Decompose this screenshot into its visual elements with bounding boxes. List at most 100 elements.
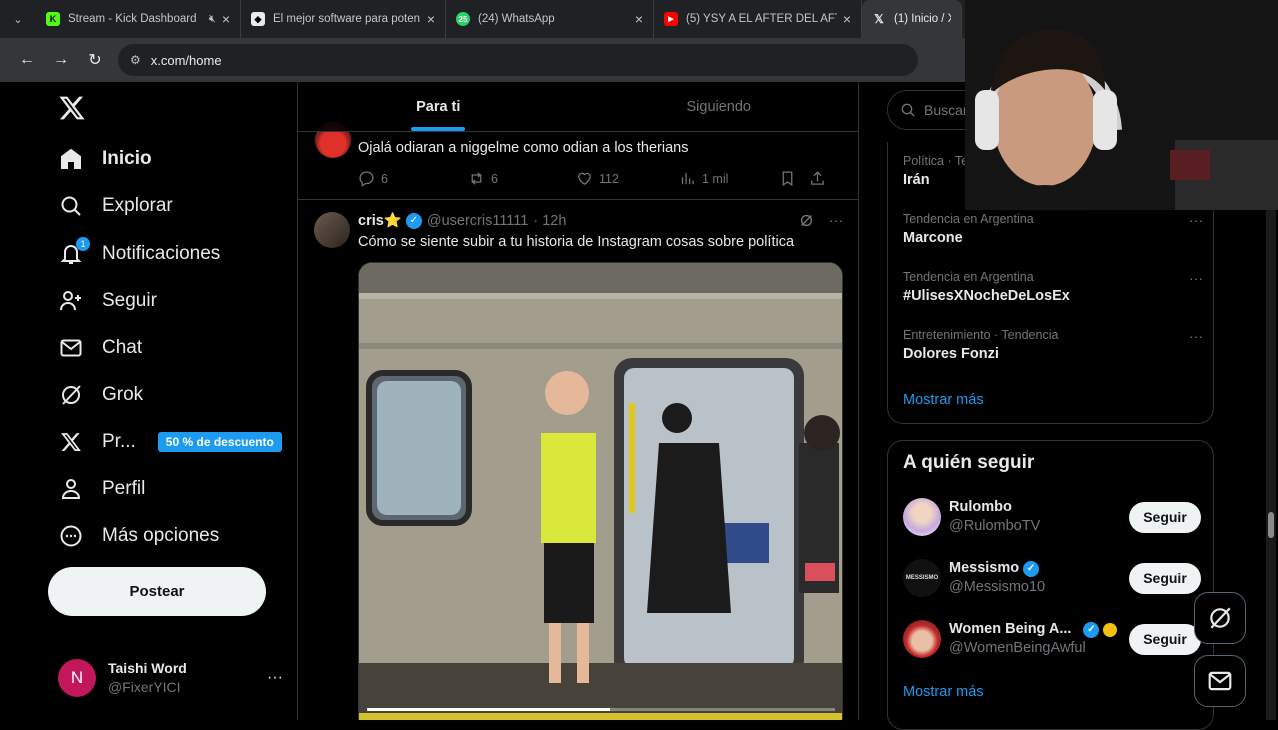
user-name: Messismo <box>949 560 1020 576</box>
verified-badge-icon: ✓ <box>1083 621 1100 638</box>
close-tab-icon[interactable]: × <box>222 11 230 27</box>
bell-icon: 1 <box>58 237 90 267</box>
nav-label: Explorar <box>102 195 173 216</box>
trend-item[interactable]: Tendencia en Argentina #UlisesXNocheDeLo… <box>903 270 1203 304</box>
address-bar[interactable]: ⚙ x.com/home <box>118 44 918 76</box>
forward-arrow-icon[interactable]: → <box>44 43 78 77</box>
close-tab-icon[interactable]: × <box>843 11 851 27</box>
nav-home[interactable]: Inicio <box>58 139 152 179</box>
like-button[interactable]: 112 <box>576 170 679 187</box>
follow-show-more-link[interactable]: Mostrar más <box>903 684 984 700</box>
heart-icon <box>578 172 591 185</box>
suggested-user[interactable]: MESSISMO Messismo ✓ @Messismo10 Seguir <box>903 556 1201 600</box>
avatar[interactable]: MESSISMO <box>903 559 941 597</box>
more-dots-icon[interactable]: ··· <box>829 212 843 232</box>
nav-more[interactable]: Más opciones <box>58 516 219 556</box>
grok-icon[interactable] <box>798 212 815 232</box>
tweet-text: Ojalá odiaran a niggelme como odian a lo… <box>358 140 689 156</box>
share-icon[interactable] <box>809 170 832 187</box>
tab-search-chevron-icon[interactable]: ⌄ <box>0 0 36 38</box>
nav-label: Seguir <box>102 290 157 311</box>
account-switcher[interactable]: N Taishi Word @FixerYICI ··· <box>58 657 283 699</box>
trend-item[interactable]: Tendencia en Argentina Marcone ··· <box>903 212 1203 246</box>
messages-floating-button[interactable] <box>1194 655 1246 707</box>
bookmark-icon[interactable] <box>779 170 809 187</box>
tab-title: Stream - Kick Dashboard <box>68 13 197 25</box>
tweet-tools: ··· <box>798 212 843 232</box>
nav-label: Grok <box>102 384 144 405</box>
trend-item[interactable]: Entretenimiento · Tendencia Dolores Fonz… <box>903 328 1203 362</box>
grok-floating-button[interactable] <box>1194 592 1246 644</box>
follow-button[interactable]: Seguir <box>1129 562 1201 594</box>
reply-count: 6 <box>381 171 388 186</box>
avatar[interactable] <box>903 498 941 536</box>
user-handle: @Messismo10 <box>949 579 1046 595</box>
nav-profile[interactable]: Perfil <box>58 469 145 509</box>
browser-tab-youtube[interactable]: ▶ (5) YSY A EL AFTER DEL AFTE × <box>654 0 862 38</box>
suggested-user[interactable]: Rulombo @RulomboTV Seguir <box>903 495 1201 539</box>
nav-chat[interactable]: Chat <box>58 328 142 368</box>
mail-icon <box>1208 671 1232 691</box>
back-arrow-icon[interactable]: ← <box>10 43 44 77</box>
author-handle[interactable]: @usercris11111 <box>427 213 529 229</box>
avatar[interactable] <box>314 212 350 248</box>
nav-follow[interactable]: Seguir <box>58 281 157 321</box>
account-name: Taishi Word <box>108 660 187 676</box>
follow-button[interactable]: Seguir <box>1129 501 1201 533</box>
post-button[interactable]: Postear <box>48 567 266 616</box>
close-tab-icon[interactable]: × <box>427 11 435 27</box>
more-dots-icon[interactable]: ··· <box>267 669 283 687</box>
account-info: Taishi Word @FixerYICI <box>108 659 187 697</box>
trend-name: Dolores Fonzi <box>903 346 999 362</box>
trend-name: #UlisesXNocheDeLosEx <box>903 288 1070 304</box>
streamer-webcam-image <box>965 0 1278 210</box>
browser-tab-whatsapp[interactable]: 25 (24) WhatsApp × <box>446 0 654 38</box>
browser-tab-x-home[interactable]: 𝕏 (1) Inicio / X <box>862 0 962 38</box>
nav-premium[interactable]: Pr... 50 % de descuento <box>58 422 282 462</box>
nav-label: Más opciones <box>102 525 220 546</box>
user-name-row: Women Being A... ✓ <box>949 620 1129 639</box>
video-progress-bar[interactable] <box>367 708 835 711</box>
tweet-video[interactable] <box>358 262 843 720</box>
tab-for-you[interactable]: Para ti <box>298 82 579 131</box>
follow-button[interactable]: Seguir <box>1129 623 1201 655</box>
reply-button[interactable]: 6 <box>358 170 468 187</box>
nav-notifications[interactable]: 1 Notificaciones <box>58 234 220 274</box>
trends-show-more-link[interactable]: Mostrar más <box>903 392 984 408</box>
avatar[interactable] <box>903 620 941 658</box>
tweet-time[interactable]: · 12h <box>533 213 566 229</box>
person-icon <box>58 476 84 502</box>
nav-grok[interactable]: Grok <box>58 375 143 415</box>
video-progress-fill <box>367 708 611 711</box>
reply-icon <box>359 171 374 187</box>
tweet[interactable]: Ojalá odiaran a niggelme como odian a lo… <box>298 122 858 200</box>
whatsapp-favicon-icon: 25 <box>456 12 470 26</box>
more-dots-icon[interactable]: ··· <box>1189 328 1203 344</box>
browser-tab-kick[interactable]: K Stream - Kick Dashboard 🔇︎ × <box>36 0 241 38</box>
tweet[interactable]: cris⭐ ✓ @usercris11111 · 12h ··· Cómo se… <box>298 200 858 720</box>
x-logo-icon[interactable] <box>58 94 86 122</box>
grok-icon <box>1210 607 1231 629</box>
reload-icon[interactable]: ↻ <box>78 43 112 77</box>
timeline-tabs: Para ti Siguiendo <box>298 82 859 132</box>
browser-tab-software[interactable]: ◆ El mejor software para poten × <box>241 0 446 38</box>
tweet-text: Cómo se siente subir a tu historia de In… <box>358 234 795 250</box>
more-dots-icon[interactable]: ··· <box>1189 212 1203 228</box>
nav-explore[interactable]: Explorar <box>58 186 173 226</box>
repost-button[interactable]: 6 <box>468 170 576 187</box>
x-logo-icon <box>58 429 84 455</box>
subway-video-frame <box>359 263 842 720</box>
muted-icon[interactable]: 🔇︎ <box>209 13 216 26</box>
more-dots-icon[interactable]: ··· <box>1189 270 1203 286</box>
site-settings-icon[interactable]: ⚙ <box>130 53 141 67</box>
account-handle: @FixerYICI <box>108 679 181 695</box>
scrollbar-thumb[interactable] <box>1268 512 1274 538</box>
tab-following[interactable]: Siguiendo <box>579 82 859 131</box>
views-button[interactable]: 1 mil <box>679 170 779 187</box>
page-scrollbar[interactable] <box>1266 128 1276 720</box>
trend-category: Tendencia en Argentina <box>903 270 1034 284</box>
tab-title: El mejor software para poten <box>273 13 421 25</box>
author-name[interactable]: cris⭐ <box>358 212 402 229</box>
close-tab-icon[interactable]: × <box>635 11 643 27</box>
suggested-user[interactable]: Women Being A... ✓ @WomenBeingAwful Segui… <box>903 617 1201 661</box>
